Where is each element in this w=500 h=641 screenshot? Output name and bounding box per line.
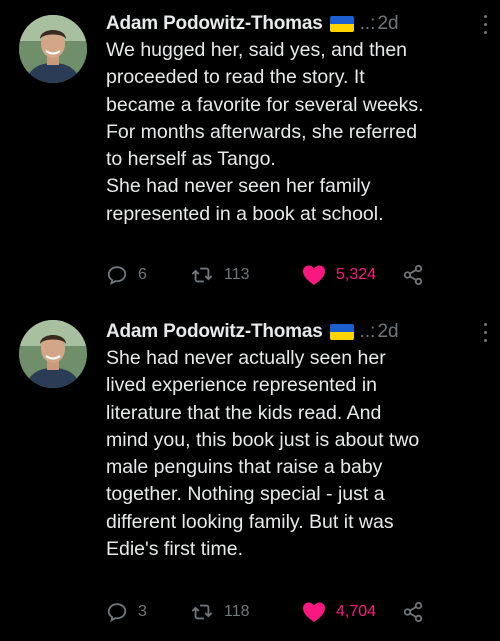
retweet-count: 113 [224,266,250,283]
tweet-text-line: became a favorite for several weeks. [106,93,424,116]
author-handle: ..: [359,321,376,342]
reply-button[interactable]: 6 [106,261,147,289]
avatar-photo-icon [19,320,87,388]
tweet-text-line: different looking family. But it was [106,510,394,533]
tweet-text-line: represented in a book at school. [106,202,384,225]
avatar[interactable] [19,15,87,83]
tweet-text-line: literature that the kids read. And [106,401,382,424]
tweet-timestamp[interactable]: 2d [377,321,398,343]
tweet-header: Adam Podowitz-Thomas ..: 2d [106,10,399,38]
retweet-button[interactable]: 118 [190,598,250,626]
avatar[interactable] [19,320,87,388]
retweet-button[interactable]: 113 [190,261,250,289]
ukraine-flag-icon [329,16,354,32]
avatar-photo-icon [19,15,87,83]
heart-icon [303,265,325,285]
retweet-icon [191,267,213,283]
tweet-text-line: She had never seen her family [106,175,371,198]
tweet[interactable]: Adam Podowitz-Thomas ..: 2d We hugged he… [0,0,500,312]
tweet-actions: 6 113 5,324 [106,261,486,289]
tweet-text-line: proceeded to read the story. It [106,66,365,89]
retweet-icon [191,604,213,620]
like-button[interactable]: 5,324 [302,261,376,289]
author-handle: ..: [359,13,376,34]
share-icon [403,601,423,623]
tweet-text: She had never actually seen her lived ex… [106,345,490,563]
more-options-icon[interactable] [482,12,488,36]
reply-icon [107,603,127,623]
tweet-text-line: Edie's first time. [106,538,244,561]
author-name[interactable]: Adam Podowitz-Thomas [106,13,323,35]
tweet-text-line: male penguins that raise a baby [106,456,383,479]
reply-count: 6 [138,266,147,283]
tweet[interactable]: Adam Podowitz-Thomas ..: 2d She had neve… [0,312,500,641]
heart-icon [303,602,325,622]
share-icon [403,264,423,286]
tweet-text-line: together. Nothing special - just a [106,483,385,506]
more-options-icon[interactable] [482,320,488,344]
share-button[interactable] [402,598,424,626]
tweet-text-line: For months afterwards, she referred [106,120,418,143]
tweet-header: Adam Podowitz-Thomas ..: 2d [106,318,399,346]
like-button[interactable]: 4,704 [302,598,376,626]
tweet-text-line: lived experience represented in [106,374,378,397]
tweet-text-line: We hugged her, said yes, and then [106,39,408,61]
tweet-text: We hugged her, said yes, and then procee… [106,37,490,228]
author-name[interactable]: Adam Podowitz-Thomas [106,321,323,343]
tweet-text-line: to herself as Tango. [106,148,276,171]
share-button[interactable] [402,261,424,289]
tweet-actions: 3 118 4,704 [106,598,486,626]
reply-button[interactable]: 3 [106,598,147,626]
reply-count: 3 [138,603,147,620]
reply-icon [107,266,127,286]
ukraine-flag-icon [329,324,354,340]
tweet-timestamp[interactable]: 2d [377,13,398,35]
like-count: 5,324 [336,266,377,283]
tweet-text-line: mind you, this book just is about two [106,428,420,451]
like-count: 4,704 [336,603,377,620]
tweet-text-line: She had never actually seen her [106,347,386,369]
retweet-count: 118 [224,603,250,620]
